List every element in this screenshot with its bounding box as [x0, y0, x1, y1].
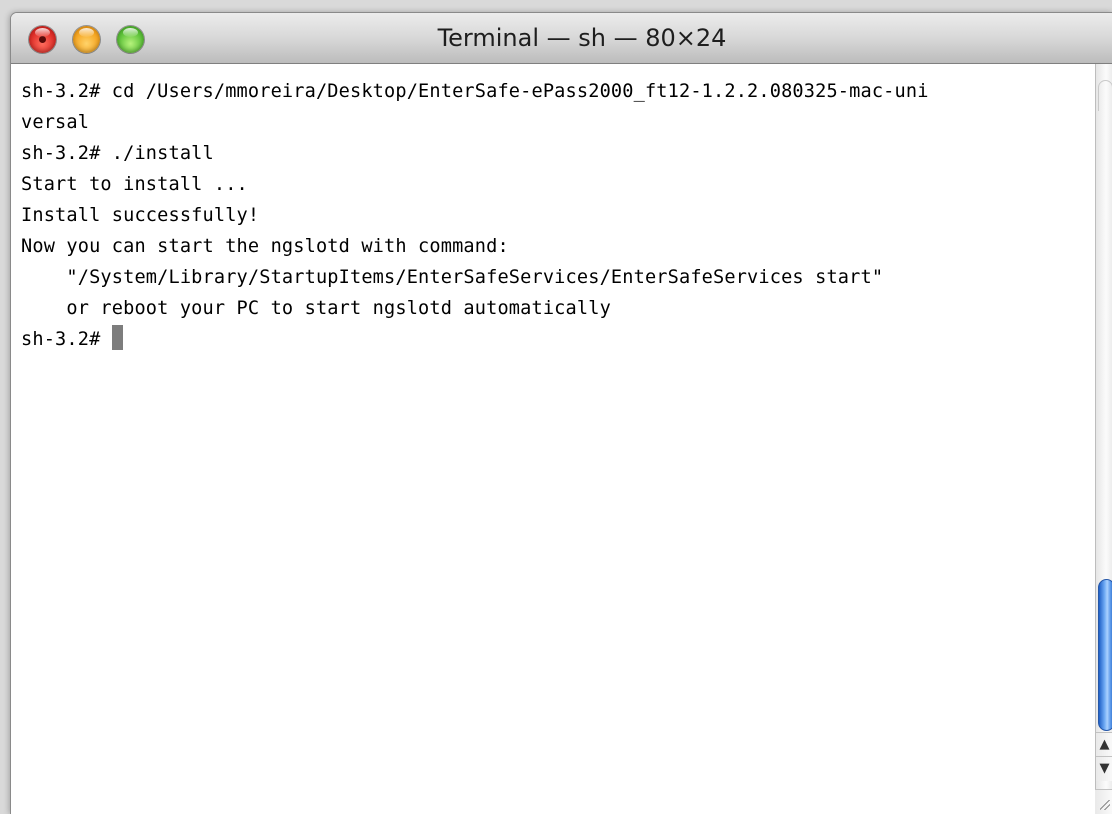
text-cursor: [111, 325, 123, 350]
window-title: Terminal — sh — 80×24: [437, 24, 727, 52]
scroll-up-arrow-icon[interactable]: ▲: [1096, 732, 1112, 757]
title-bar[interactable]: Terminal — sh — 80×24: [11, 13, 1112, 64]
terminal-line: Start to install ...: [21, 174, 248, 195]
terminal-line: sh-3.2# cd /Users/mmoreira/Desktop/Enter…: [21, 81, 929, 102]
shell-prompt: sh-3.2#: [21, 329, 112, 350]
terminal-output[interactable]: sh-3.2# cd /Users/mmoreira/Desktop/Enter…: [11, 64, 1095, 814]
terminal-line: "/System/Library/StartupItems/EnterSafeS…: [21, 267, 884, 288]
terminal-line: sh-3.2# ./install: [21, 143, 214, 164]
terminal-line: versal: [21, 112, 90, 133]
terminal-line: or reboot your PC to start ngslotd autom…: [21, 298, 611, 319]
terminal-window: Terminal — sh — 80×24 sh-3.2# cd /Users/…: [10, 12, 1112, 814]
terminal-line: Install successfully!: [21, 205, 260, 226]
vertical-scrollbar[interactable]: ▲ ▼: [1095, 64, 1112, 814]
scroll-track-top: [1098, 80, 1112, 111]
scrollbar-thumb[interactable]: [1098, 579, 1112, 731]
terminal-line: Now you can start the ngslotd with comma…: [21, 236, 509, 257]
scroll-down-arrow-icon[interactable]: ▼: [1096, 756, 1112, 781]
prompt-line[interactable]: sh-3.2#: [11, 324, 1095, 355]
resize-grip-icon[interactable]: [1095, 789, 1112, 814]
